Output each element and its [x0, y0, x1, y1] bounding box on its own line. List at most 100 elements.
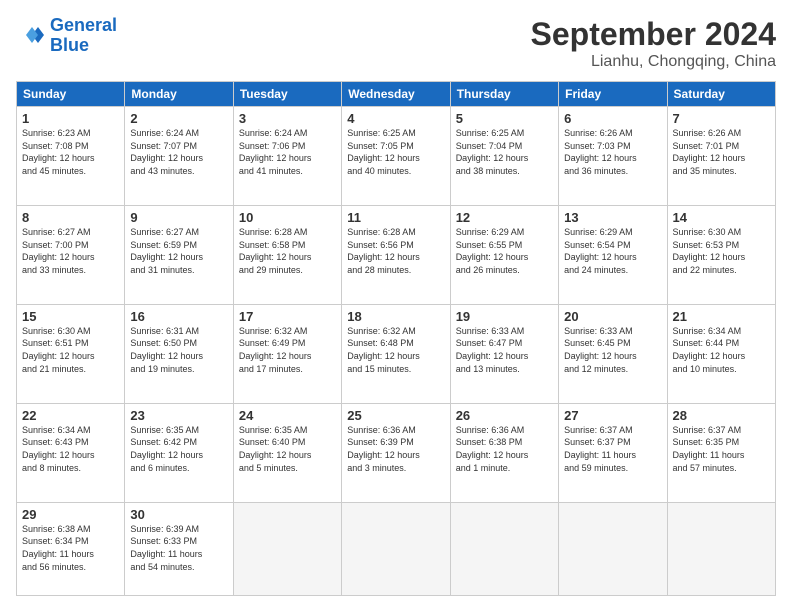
weekday-header: Sunday [17, 82, 125, 107]
calendar-cell: 28Sunrise: 6:37 AM Sunset: 6:35 PM Dayli… [667, 403, 775, 502]
day-number: 8 [22, 210, 119, 225]
day-number: 1 [22, 111, 119, 126]
day-number: 20 [564, 309, 661, 324]
logo-icon [16, 21, 46, 51]
calendar-row: 22Sunrise: 6:34 AM Sunset: 6:43 PM Dayli… [17, 403, 776, 502]
calendar-cell [667, 502, 775, 595]
day-number: 25 [347, 408, 444, 423]
calendar-cell: 5Sunrise: 6:25 AM Sunset: 7:04 PM Daylig… [450, 107, 558, 206]
day-detail: Sunrise: 6:37 AM Sunset: 6:37 PM Dayligh… [564, 424, 661, 474]
day-number: 28 [673, 408, 770, 423]
day-detail: Sunrise: 6:31 AM Sunset: 6:50 PM Dayligh… [130, 325, 227, 375]
calendar-cell [233, 502, 341, 595]
calendar-cell [450, 502, 558, 595]
day-number: 14 [673, 210, 770, 225]
calendar-cell: 8Sunrise: 6:27 AM Sunset: 7:00 PM Daylig… [17, 205, 125, 304]
day-number: 2 [130, 111, 227, 126]
logo-line1: General [50, 15, 117, 35]
day-number: 18 [347, 309, 444, 324]
day-number: 15 [22, 309, 119, 324]
day-detail: Sunrise: 6:29 AM Sunset: 6:55 PM Dayligh… [456, 226, 553, 276]
day-detail: Sunrise: 6:35 AM Sunset: 6:42 PM Dayligh… [130, 424, 227, 474]
weekday-header: Friday [559, 82, 667, 107]
calendar-cell: 2Sunrise: 6:24 AM Sunset: 7:07 PM Daylig… [125, 107, 233, 206]
calendar-cell: 1Sunrise: 6:23 AM Sunset: 7:08 PM Daylig… [17, 107, 125, 206]
calendar-cell: 23Sunrise: 6:35 AM Sunset: 6:42 PM Dayli… [125, 403, 233, 502]
day-number: 23 [130, 408, 227, 423]
day-detail: Sunrise: 6:37 AM Sunset: 6:35 PM Dayligh… [673, 424, 770, 474]
calendar-cell: 24Sunrise: 6:35 AM Sunset: 6:40 PM Dayli… [233, 403, 341, 502]
day-number: 7 [673, 111, 770, 126]
weekday-header: Tuesday [233, 82, 341, 107]
day-number: 30 [130, 507, 227, 522]
day-number: 10 [239, 210, 336, 225]
calendar-cell: 6Sunrise: 6:26 AM Sunset: 7:03 PM Daylig… [559, 107, 667, 206]
day-detail: Sunrise: 6:33 AM Sunset: 6:45 PM Dayligh… [564, 325, 661, 375]
calendar-cell: 10Sunrise: 6:28 AM Sunset: 6:58 PM Dayli… [233, 205, 341, 304]
calendar-cell: 12Sunrise: 6:29 AM Sunset: 6:55 PM Dayli… [450, 205, 558, 304]
day-number: 3 [239, 111, 336, 126]
day-number: 21 [673, 309, 770, 324]
calendar-cell: 19Sunrise: 6:33 AM Sunset: 6:47 PM Dayli… [450, 304, 558, 403]
day-number: 26 [456, 408, 553, 423]
weekday-header-row: SundayMondayTuesdayWednesdayThursdayFrid… [17, 82, 776, 107]
day-detail: Sunrise: 6:33 AM Sunset: 6:47 PM Dayligh… [456, 325, 553, 375]
day-detail: Sunrise: 6:26 AM Sunset: 7:03 PM Dayligh… [564, 127, 661, 177]
day-detail: Sunrise: 6:30 AM Sunset: 6:53 PM Dayligh… [673, 226, 770, 276]
calendar-row: 8Sunrise: 6:27 AM Sunset: 7:00 PM Daylig… [17, 205, 776, 304]
calendar-row: 29Sunrise: 6:38 AM Sunset: 6:34 PM Dayli… [17, 502, 776, 595]
calendar-cell: 30Sunrise: 6:39 AM Sunset: 6:33 PM Dayli… [125, 502, 233, 595]
day-detail: Sunrise: 6:32 AM Sunset: 6:49 PM Dayligh… [239, 325, 336, 375]
day-number: 13 [564, 210, 661, 225]
day-detail: Sunrise: 6:36 AM Sunset: 6:39 PM Dayligh… [347, 424, 444, 474]
day-detail: Sunrise: 6:34 AM Sunset: 6:43 PM Dayligh… [22, 424, 119, 474]
day-detail: Sunrise: 6:29 AM Sunset: 6:54 PM Dayligh… [564, 226, 661, 276]
day-number: 29 [22, 507, 119, 522]
day-number: 24 [239, 408, 336, 423]
calendar-cell: 21Sunrise: 6:34 AM Sunset: 6:44 PM Dayli… [667, 304, 775, 403]
calendar-cell: 27Sunrise: 6:37 AM Sunset: 6:37 PM Dayli… [559, 403, 667, 502]
day-number: 19 [456, 309, 553, 324]
calendar-cell [559, 502, 667, 595]
calendar-cell: 25Sunrise: 6:36 AM Sunset: 6:39 PM Dayli… [342, 403, 450, 502]
logo-line2: Blue [50, 35, 89, 55]
day-number: 12 [456, 210, 553, 225]
weekday-header: Saturday [667, 82, 775, 107]
day-detail: Sunrise: 6:25 AM Sunset: 7:04 PM Dayligh… [456, 127, 553, 177]
calendar: SundayMondayTuesdayWednesdayThursdayFrid… [16, 81, 776, 596]
day-detail: Sunrise: 6:23 AM Sunset: 7:08 PM Dayligh… [22, 127, 119, 177]
calendar-cell: 3Sunrise: 6:24 AM Sunset: 7:06 PM Daylig… [233, 107, 341, 206]
day-detail: Sunrise: 6:39 AM Sunset: 6:33 PM Dayligh… [130, 523, 227, 573]
weekday-header: Monday [125, 82, 233, 107]
header: General Blue September 2024 Lianhu, Chon… [16, 16, 776, 71]
day-number: 5 [456, 111, 553, 126]
calendar-cell: 29Sunrise: 6:38 AM Sunset: 6:34 PM Dayli… [17, 502, 125, 595]
calendar-cell: 26Sunrise: 6:36 AM Sunset: 6:38 PM Dayli… [450, 403, 558, 502]
calendar-cell [342, 502, 450, 595]
calendar-cell: 13Sunrise: 6:29 AM Sunset: 6:54 PM Dayli… [559, 205, 667, 304]
day-detail: Sunrise: 6:35 AM Sunset: 6:40 PM Dayligh… [239, 424, 336, 474]
calendar-cell: 9Sunrise: 6:27 AM Sunset: 6:59 PM Daylig… [125, 205, 233, 304]
calendar-cell: 17Sunrise: 6:32 AM Sunset: 6:49 PM Dayli… [233, 304, 341, 403]
day-number: 9 [130, 210, 227, 225]
day-detail: Sunrise: 6:27 AM Sunset: 7:00 PM Dayligh… [22, 226, 119, 276]
day-detail: Sunrise: 6:25 AM Sunset: 7:05 PM Dayligh… [347, 127, 444, 177]
logo-text: General Blue [50, 16, 117, 56]
day-number: 16 [130, 309, 227, 324]
calendar-cell: 4Sunrise: 6:25 AM Sunset: 7:05 PM Daylig… [342, 107, 450, 206]
calendar-body: 1Sunrise: 6:23 AM Sunset: 7:08 PM Daylig… [17, 107, 776, 596]
day-detail: Sunrise: 6:30 AM Sunset: 6:51 PM Dayligh… [22, 325, 119, 375]
day-detail: Sunrise: 6:24 AM Sunset: 7:06 PM Dayligh… [239, 127, 336, 177]
page: General Blue September 2024 Lianhu, Chon… [0, 0, 792, 612]
day-detail: Sunrise: 6:32 AM Sunset: 6:48 PM Dayligh… [347, 325, 444, 375]
day-detail: Sunrise: 6:34 AM Sunset: 6:44 PM Dayligh… [673, 325, 770, 375]
calendar-cell: 7Sunrise: 6:26 AM Sunset: 7:01 PM Daylig… [667, 107, 775, 206]
calendar-cell: 16Sunrise: 6:31 AM Sunset: 6:50 PM Dayli… [125, 304, 233, 403]
day-detail: Sunrise: 6:28 AM Sunset: 6:56 PM Dayligh… [347, 226, 444, 276]
day-number: 27 [564, 408, 661, 423]
calendar-row: 15Sunrise: 6:30 AM Sunset: 6:51 PM Dayli… [17, 304, 776, 403]
day-number: 6 [564, 111, 661, 126]
weekday-header: Thursday [450, 82, 558, 107]
day-number: 11 [347, 210, 444, 225]
day-detail: Sunrise: 6:38 AM Sunset: 6:34 PM Dayligh… [22, 523, 119, 573]
